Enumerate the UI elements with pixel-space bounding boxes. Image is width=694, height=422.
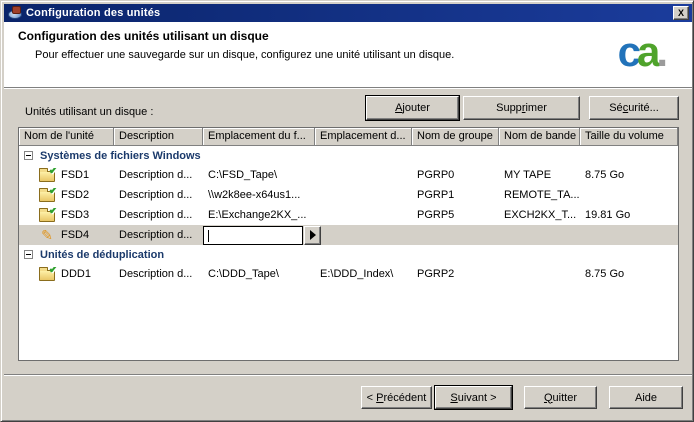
table-cell: ✎ FSD4 xyxy=(19,227,114,243)
column-header-description[interactable]: Description xyxy=(114,128,203,146)
page-subtitle: Pour effectuer une sauvegarde sur un dis… xyxy=(35,49,454,61)
table-cell: MY TAPE xyxy=(499,169,580,181)
table-cell: Description d... xyxy=(114,229,203,241)
column-header-group-name[interactable]: Nom de groupe xyxy=(412,128,499,146)
table-cell: E:\DDD_Index\ xyxy=(315,268,412,280)
ca-logo: ca. xyxy=(618,22,668,82)
expand-editor-button[interactable] xyxy=(304,226,321,245)
device-name: FSD3 xyxy=(61,209,89,221)
table-cell: 8.75 Go xyxy=(580,169,679,181)
table-cell: PGRP2 xyxy=(412,268,499,280)
group-row-windows-filesystems[interactable]: Systèmes de fichiers Windows xyxy=(19,146,678,165)
table-empty-area xyxy=(19,284,678,360)
group-row-deduplication[interactable]: Unités de déduplication xyxy=(19,245,678,264)
add-button[interactable]: Ajouter xyxy=(366,96,459,120)
next-button[interactable]: Suivant > xyxy=(435,386,512,409)
group-label: Systèmes de fichiers Windows xyxy=(40,150,201,162)
table-header: Nom de l'unité Description Emplacement d… xyxy=(19,128,678,146)
ca-logo-a: a xyxy=(637,28,656,75)
column-header-volume-size[interactable]: Taille du volume xyxy=(580,128,678,146)
header-divider xyxy=(4,87,692,89)
collapse-icon[interactable] xyxy=(24,151,33,160)
text-caret xyxy=(208,230,209,242)
folder-check-icon xyxy=(39,171,55,182)
path-edit-input[interactable] xyxy=(203,226,303,245)
close-button[interactable]: X xyxy=(673,6,689,20)
column-header-name[interactable]: Nom de l'unité xyxy=(19,128,114,146)
table-cell: Description d... xyxy=(114,189,203,201)
device-name: FSD4 xyxy=(61,229,89,241)
folder-check-icon xyxy=(39,270,55,281)
table-cell: REMOTE_TA... xyxy=(499,189,580,201)
page-title: Configuration des unités utilisant un di… xyxy=(18,29,269,43)
table-cell: EXCH2KX_T... xyxy=(499,209,580,221)
folder-check-icon xyxy=(39,191,55,202)
window-title: Configuration des unités xyxy=(26,7,160,19)
table-cell: FSD3 xyxy=(19,208,114,222)
column-header-tape-name[interactable]: Nom de bande xyxy=(499,128,580,146)
pencil-edit-icon: ✎ xyxy=(39,227,55,243)
table-cell: Description d... xyxy=(114,169,203,181)
table-cell: Description d... xyxy=(114,209,203,221)
folder-check-icon xyxy=(39,211,55,222)
table-cell: 8.75 Go xyxy=(580,268,679,280)
table-row-fsd3[interactable]: FSD3 Description d... E:\Exchange2KX_...… xyxy=(19,205,678,225)
list-label: Unités utilisant un disque : xyxy=(25,106,153,118)
help-button[interactable]: Aide xyxy=(609,386,683,409)
quit-button[interactable]: Quitter xyxy=(524,386,597,409)
table-row-ddd1[interactable]: DDD1 Description d... C:\DDD_Tape\ E:\DD… xyxy=(19,264,678,284)
right-triangle-icon xyxy=(310,230,316,240)
delete-button[interactable]: Supprimer xyxy=(463,96,580,120)
table-cell: 19.81 Go xyxy=(580,209,679,221)
security-button[interactable]: Sécurité... xyxy=(589,96,679,120)
column-header-index-location[interactable]: Emplacement d... xyxy=(315,128,412,146)
ca-logo-c: c xyxy=(618,28,637,75)
dialog-window: Configuration des unités X Configuration… xyxy=(0,0,694,422)
table-cell: C:\FSD_Tape\ xyxy=(203,169,315,181)
table-row-fsd1[interactable]: FSD1 Description d... C:\FSD_Tape\ PGRP0… xyxy=(19,165,678,185)
ca-logo-dot: . xyxy=(656,28,668,75)
previous-button[interactable]: < Précédent xyxy=(361,386,432,409)
device-name: FSD1 xyxy=(61,169,89,181)
column-header-file-location[interactable]: Emplacement du f... xyxy=(203,128,315,146)
app-icon xyxy=(7,6,22,20)
device-name: DDD1 xyxy=(61,268,91,280)
table-cell: E:\Exchange2KX_... xyxy=(203,209,315,221)
table-row-fsd4-editing[interactable]: ✎ FSD4 Description d... xyxy=(19,225,678,245)
collapse-icon[interactable] xyxy=(24,250,33,259)
table-cell: DDD1 xyxy=(19,267,114,281)
header-panel: Configuration des unités utilisant un di… xyxy=(4,22,692,87)
titlebar: Configuration des unités X xyxy=(4,4,692,22)
inline-editor xyxy=(203,225,321,245)
table-cell: FSD1 xyxy=(19,168,114,182)
table-cell: PGRP0 xyxy=(412,169,499,181)
table-cell: Description d... xyxy=(114,268,203,280)
group-label: Unités de déduplication xyxy=(40,249,164,261)
table-row-fsd2[interactable]: FSD2 Description d... \\w2k8ee-x64us1...… xyxy=(19,185,678,205)
table-cell: FSD2 xyxy=(19,188,114,202)
footer-divider xyxy=(4,374,692,376)
device-name: FSD2 xyxy=(61,189,89,201)
table-cell: \\w2k8ee-x64us1... xyxy=(203,189,315,201)
table-cell: C:\DDD_Tape\ xyxy=(203,268,315,280)
device-table: Nom de l'unité Description Emplacement d… xyxy=(18,127,679,361)
table-cell: PGRP5 xyxy=(412,209,499,221)
table-cell: PGRP1 xyxy=(412,189,499,201)
